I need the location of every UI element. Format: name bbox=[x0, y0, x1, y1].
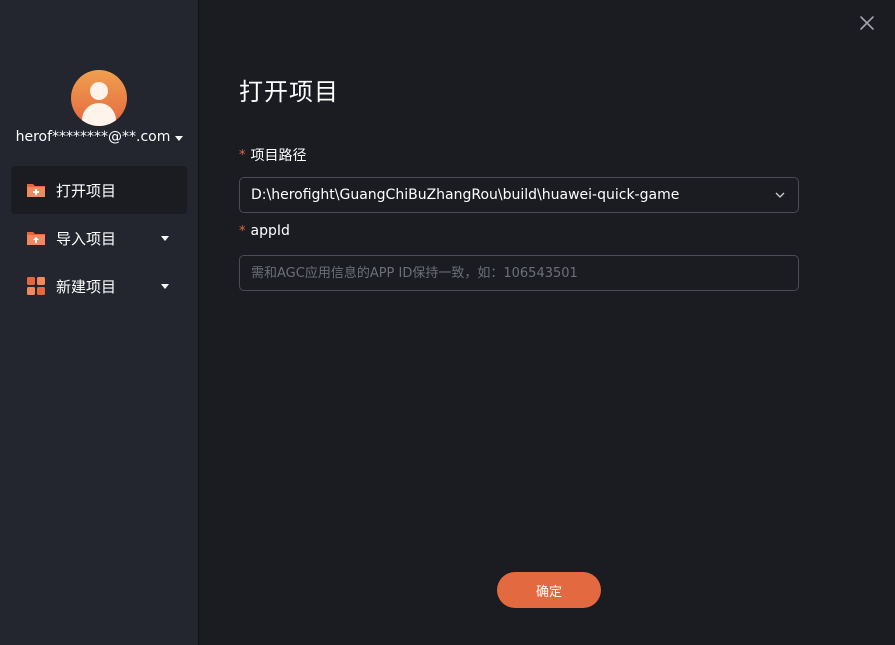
sidebar-item-new-project[interactable]: 新建项目 bbox=[11, 262, 187, 310]
project-path-value: D:\herofight\GuangChiBuZhangRou\build\hu… bbox=[251, 187, 680, 203]
sidebar-item-label: 新建项目 bbox=[56, 277, 117, 296]
appid-label-text: appId bbox=[250, 223, 290, 239]
caret-down-icon bbox=[161, 236, 169, 241]
appid-input[interactable] bbox=[239, 255, 799, 291]
folder-upload-icon bbox=[26, 228, 46, 248]
appid-label: * appId bbox=[239, 223, 290, 239]
required-mark: * bbox=[239, 223, 246, 239]
chevron-down-icon bbox=[775, 192, 785, 198]
required-mark: * bbox=[239, 147, 246, 163]
sidebar-item-label: 打开项目 bbox=[56, 181, 117, 200]
sidebar-item-import-project[interactable]: 导入项目 bbox=[11, 214, 187, 262]
folder-plus-icon bbox=[26, 180, 46, 200]
grid-plus-icon bbox=[26, 276, 46, 296]
caret-down-icon bbox=[175, 135, 184, 141]
project-path-label-text: 项目路径 bbox=[250, 148, 307, 164]
page-title: 打开项目 bbox=[239, 78, 339, 106]
avatar-body bbox=[82, 103, 116, 126]
confirm-button[interactable]: 确定 bbox=[497, 572, 601, 608]
sidebar-item-label: 导入项目 bbox=[56, 229, 117, 248]
avatar-head bbox=[90, 82, 108, 100]
account-email: herof********@**.com bbox=[15, 129, 171, 145]
project-path-select[interactable]: D:\herofight\GuangChiBuZhangRou\build\hu… bbox=[239, 177, 799, 213]
sidebar: herof********@**.com 打开项目 导入项目 新建项目 bbox=[0, 0, 199, 645]
open-project-dialog: herof********@**.com 打开项目 导入项目 新建项目 打开项目… bbox=[0, 0, 895, 645]
close-button[interactable] bbox=[857, 13, 877, 33]
account-menu[interactable]: herof********@**.com bbox=[0, 127, 199, 147]
project-path-label: * 项目路径 bbox=[239, 145, 307, 165]
sidebar-item-open-project[interactable]: 打开项目 bbox=[11, 166, 187, 214]
avatar[interactable] bbox=[71, 70, 127, 126]
close-icon bbox=[860, 16, 874, 30]
caret-down-icon bbox=[161, 284, 169, 289]
